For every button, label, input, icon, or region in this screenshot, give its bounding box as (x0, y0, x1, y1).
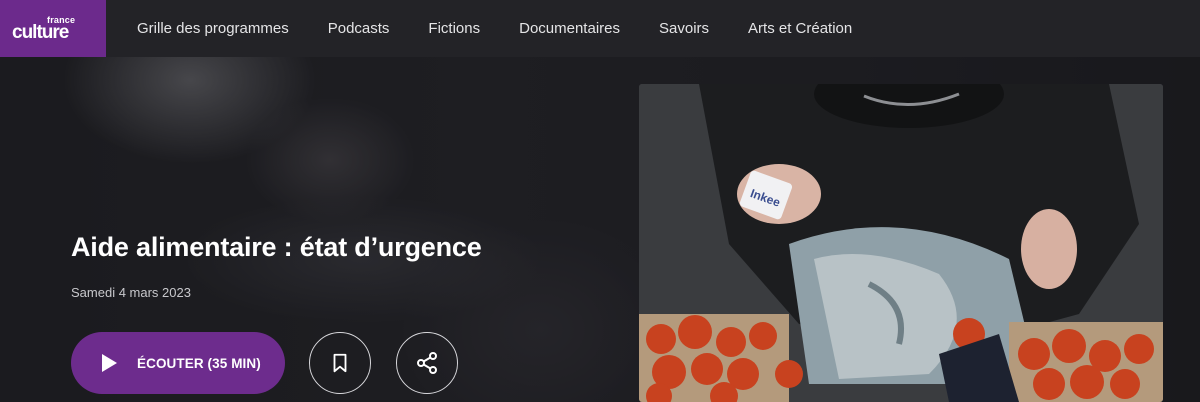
nav-links: Grille des programmes Podcasts Fictions … (137, 20, 891, 37)
nav-item-podcasts[interactable]: Podcasts (328, 20, 390, 37)
nav-item-savoirs[interactable]: Savoirs (659, 20, 709, 37)
listen-button-label: ÉCOUTER (35 MIN) (137, 355, 261, 371)
france-culture-logo[interactable]: france culture (0, 0, 106, 57)
bookmark-button[interactable] (309, 332, 371, 394)
top-navigation: france culture Grille des programmes Pod… (0, 0, 1200, 57)
nav-item-arts-creation[interactable]: Arts et Création (748, 20, 852, 37)
logo-big-text: culture (12, 22, 69, 43)
nav-item-documentaires[interactable]: Documentaires (519, 20, 620, 37)
nav-item-fictions[interactable]: Fictions (428, 20, 480, 37)
play-icon (102, 354, 117, 372)
episode-title: Aide alimentaire : état d’urgence (71, 232, 482, 262)
share-button[interactable] (396, 332, 458, 394)
share-icon (417, 352, 437, 374)
listen-button[interactable]: ÉCOUTER (35 MIN) (71, 332, 285, 394)
bookmark-icon (333, 353, 347, 373)
episode-image: Inkee (639, 84, 1163, 402)
episode-date: Samedi 4 mars 2023 (71, 285, 191, 300)
nav-item-grille[interactable]: Grille des programmes (137, 20, 289, 37)
